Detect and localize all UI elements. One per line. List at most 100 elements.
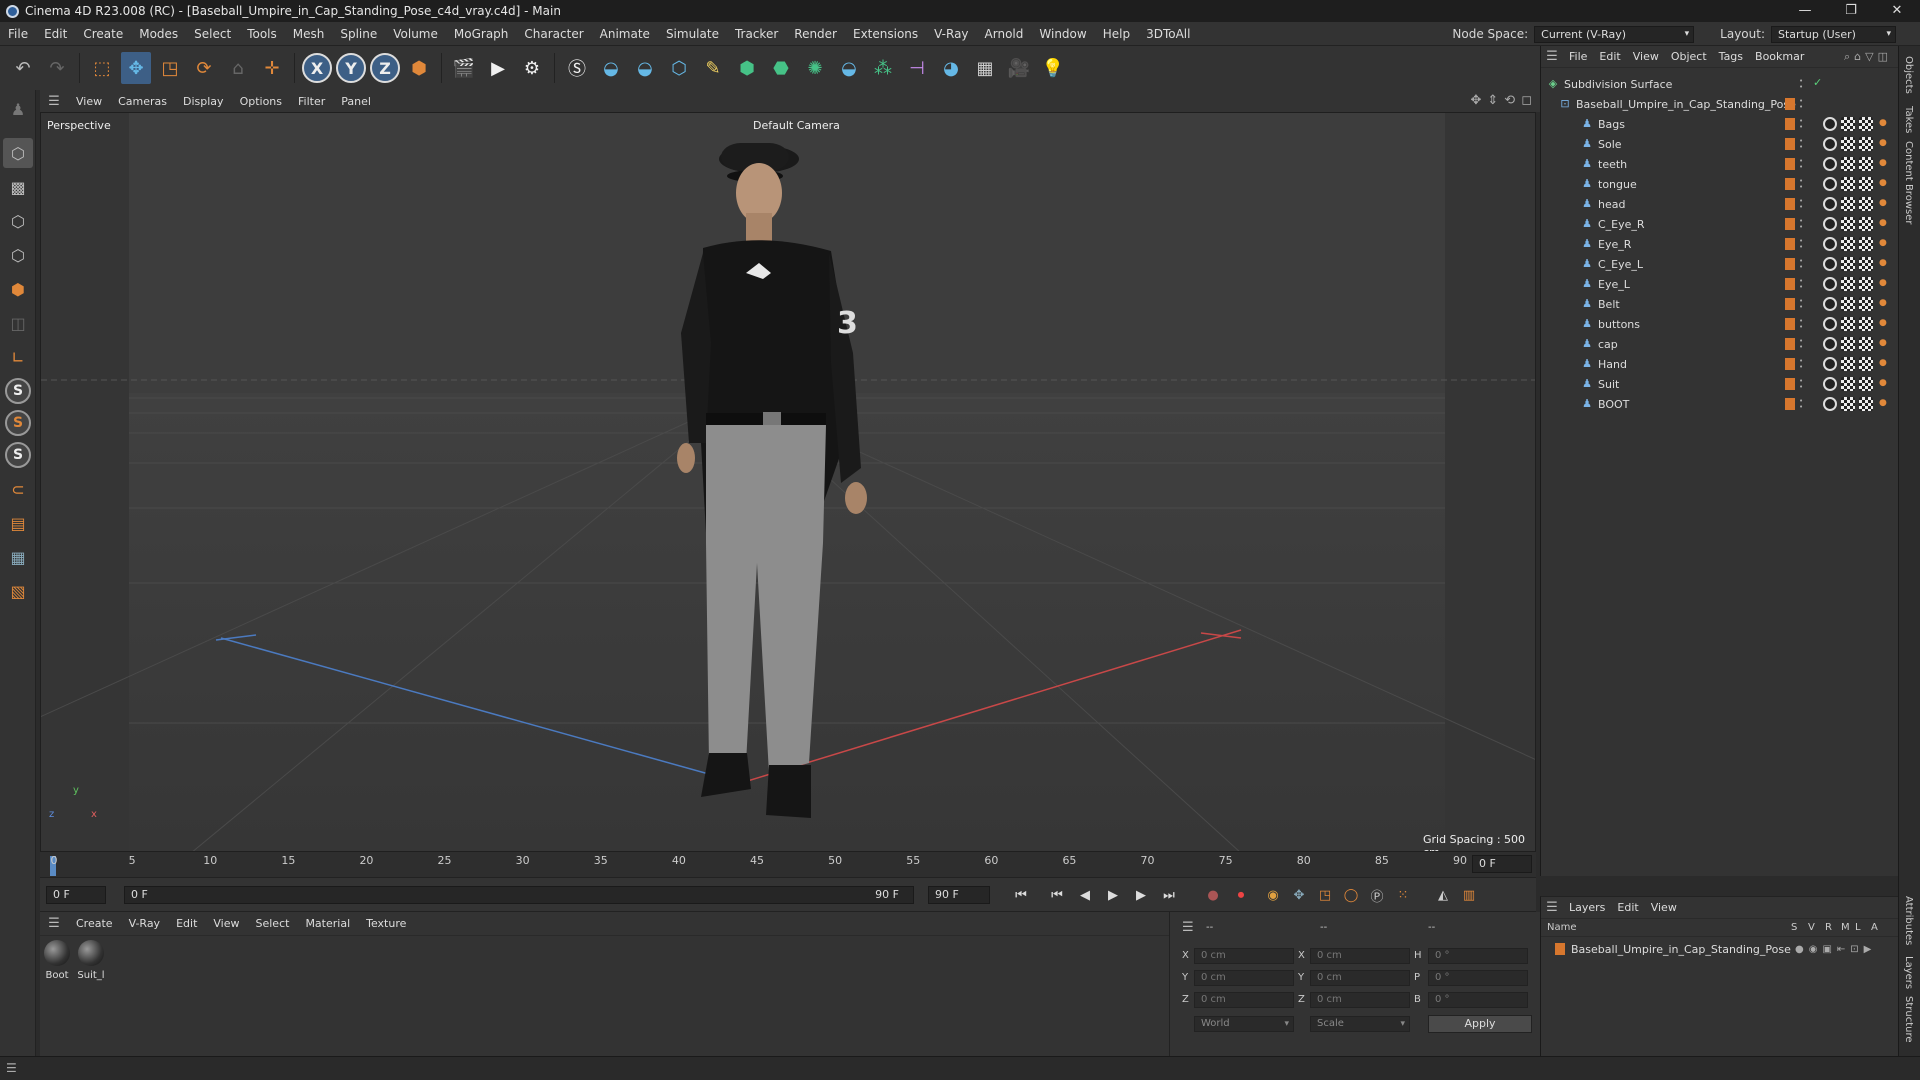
texture-tag-icon[interactable] (1859, 277, 1873, 291)
object-row-head[interactable]: ♟ head • • (1541, 194, 1899, 214)
layer-color-tag[interactable] (1785, 258, 1795, 270)
texture-tag-icon[interactable] (1841, 377, 1855, 391)
size-z-field[interactable]: 0 cm (1310, 992, 1410, 1008)
object-menu-object[interactable]: Object (1665, 50, 1713, 63)
cube-primitive-icon[interactable]: ⬡ (664, 52, 694, 84)
object-mode-icon[interactable]: ⬡ (3, 138, 33, 168)
visibility-dots-icon[interactable]: • • (1799, 258, 1805, 271)
texture-tag-icon[interactable] (1841, 297, 1855, 311)
material-tag-sphere-icon[interactable] (1823, 217, 1837, 231)
status-menu-icon[interactable]: ☰ (6, 1061, 17, 1075)
layer-color-tag[interactable] (1785, 218, 1795, 230)
record-keys-icon[interactable]: ● (1202, 884, 1224, 906)
visibility-dots-icon[interactable]: • • (1799, 118, 1805, 131)
maximize-button[interactable]: ❐ (1828, 0, 1874, 22)
menu-help[interactable]: Help (1095, 27, 1138, 41)
camera-icon[interactable]: 🎥 (1004, 52, 1034, 84)
object-row-teeth[interactable]: ♟ teeth • • (1541, 154, 1899, 174)
key-position-icon[interactable]: ✥ (1288, 884, 1310, 906)
object-row-c_eye_r[interactable]: ♟ C_Eye_R • • (1541, 214, 1899, 234)
visibility-dots-icon[interactable]: • • (1799, 78, 1805, 91)
visibility-dots-icon[interactable]: • • (1799, 98, 1805, 111)
object-menu-bookmarks[interactable]: Bookmar (1749, 50, 1810, 63)
material-tag-sphere-icon[interactable] (1823, 197, 1837, 211)
autokey-icon[interactable]: ⏺ (1230, 884, 1252, 906)
workplane-icon[interactable]: ▤ (3, 508, 33, 538)
material-swatch-suit[interactable]: Suit_l (76, 940, 106, 981)
quantize-icon[interactable]: S (5, 442, 31, 468)
rotate-tool-icon[interactable]: ⟳ (189, 52, 219, 84)
vray-tag-icon[interactable] (1877, 317, 1891, 331)
polygons-mode-icon[interactable]: ⬢ (3, 274, 33, 304)
object-row-eye_r[interactable]: ♟ Eye_R • • (1541, 234, 1899, 254)
python-tag-icon[interactable]: ◒ (834, 52, 864, 84)
texture-tag-icon[interactable] (1859, 157, 1873, 171)
material-menu-texture[interactable]: Texture (358, 917, 414, 930)
object-manager-tools-icon[interactable]: ⌕⌂▽◫ (1844, 50, 1892, 64)
hamburger-menu-icon[interactable]: ☰ (1182, 920, 1194, 935)
menu-render[interactable]: Render (786, 27, 845, 41)
texture-tag-icon[interactable] (1859, 137, 1873, 151)
object-row-hand[interactable]: ♟ Hand • • (1541, 354, 1899, 374)
layer-color-tag[interactable] (1785, 338, 1795, 350)
layer-color-tag[interactable] (1785, 118, 1795, 130)
menu-character[interactable]: Character (516, 27, 591, 41)
texture-tag-icon[interactable] (1841, 337, 1855, 351)
material-menu-vray[interactable]: V-Ray (121, 917, 169, 930)
minimize-button[interactable]: — (1782, 0, 1828, 22)
extrude-icon[interactable]: ⬣ (766, 52, 796, 84)
mograph-icon[interactable]: ⁂ (868, 52, 898, 84)
texture-tag-icon[interactable] (1841, 397, 1855, 411)
visibility-dots-icon[interactable]: • • (1799, 358, 1805, 371)
vray-tag-icon[interactable] (1877, 337, 1891, 351)
pan-view-icon[interactable]: ✥ (1470, 93, 1481, 108)
coordinate-space-dropdown[interactable]: World (1194, 1016, 1294, 1032)
cloner-icon[interactable]: ✺ (800, 52, 830, 84)
texture-tag-icon[interactable] (1859, 397, 1873, 411)
object-row-buttons[interactable]: ♟ buttons • • (1541, 314, 1899, 334)
menu-spline[interactable]: Spline (332, 27, 385, 41)
menu-window[interactable]: Window (1031, 27, 1094, 41)
material-tag-sphere-icon[interactable] (1823, 357, 1837, 371)
timeline-window-icon[interactable]: ◭ (1432, 884, 1454, 906)
layer-color-tag[interactable] (1785, 138, 1795, 150)
menu-vray[interactable]: V-Ray (926, 27, 976, 41)
menu-mesh[interactable]: Mesh (285, 27, 333, 41)
menu-3dtoall[interactable]: 3DToAll (1138, 27, 1198, 41)
viewport-menu-panel[interactable]: Panel (333, 95, 379, 108)
rot-p-field[interactable]: 0 ° (1428, 970, 1528, 986)
go-to-start-icon[interactable]: ⏮ (1010, 884, 1032, 906)
material-tag-sphere-icon[interactable] (1823, 277, 1837, 291)
object-menu-view[interactable]: View (1627, 50, 1665, 63)
layer-toggle-icons[interactable]: ●◉▣⇤⊡▶ (1795, 944, 1876, 955)
material-tag-sphere-icon[interactable] (1823, 257, 1837, 271)
hamburger-menu-icon[interactable]: ☰ (1541, 900, 1563, 915)
layer-menu-view[interactable]: View (1645, 901, 1683, 914)
layer-color-swatch[interactable] (1555, 943, 1565, 955)
preview-range-slider[interactable]: 0 F 90 F (124, 886, 914, 904)
vray-tag-icon[interactable] (1877, 357, 1891, 371)
object-menu-tags[interactable]: Tags (1713, 50, 1749, 63)
texture-tag-icon[interactable] (1859, 357, 1873, 371)
vray-tag-icon[interactable] (1877, 117, 1891, 131)
timeline-ruler[interactable]: 0 5 10 15 20 25 30 35 40 45 50 55 60 65 70 75 80 85 90 0 F (40, 852, 1536, 878)
vray-tag-icon[interactable] (1877, 397, 1891, 411)
layer-color-tag[interactable] (1785, 318, 1795, 330)
close-button[interactable]: ✕ (1874, 0, 1920, 22)
menu-tracker[interactable]: Tracker (727, 27, 786, 41)
material-tag-sphere-icon[interactable] (1823, 377, 1837, 391)
live-selection-icon[interactable]: ⬚ (87, 52, 117, 84)
pen-spline-icon[interactable]: ✎ (698, 52, 728, 84)
layer-color-tag[interactable] (1785, 398, 1795, 410)
current-frame-field[interactable]: 0 F (1472, 855, 1532, 873)
python-script-2-icon[interactable]: ◒ (630, 52, 660, 84)
texture-tag-icon[interactable] (1859, 237, 1873, 251)
axis-mode-icon[interactable]: ∟ (3, 342, 33, 372)
key-rotation-icon[interactable]: ◯ (1340, 884, 1362, 906)
material-menu-edit[interactable]: Edit (168, 917, 205, 930)
key-pla-icon[interactable]: ⁙ (1392, 884, 1414, 906)
layer-menu-layers[interactable]: Layers (1563, 901, 1611, 914)
scale-tool-icon[interactable]: ◳ (155, 52, 185, 84)
object-row-tongue[interactable]: ♟ tongue • • (1541, 174, 1899, 194)
texture-tag-icon[interactable] (1859, 257, 1873, 271)
